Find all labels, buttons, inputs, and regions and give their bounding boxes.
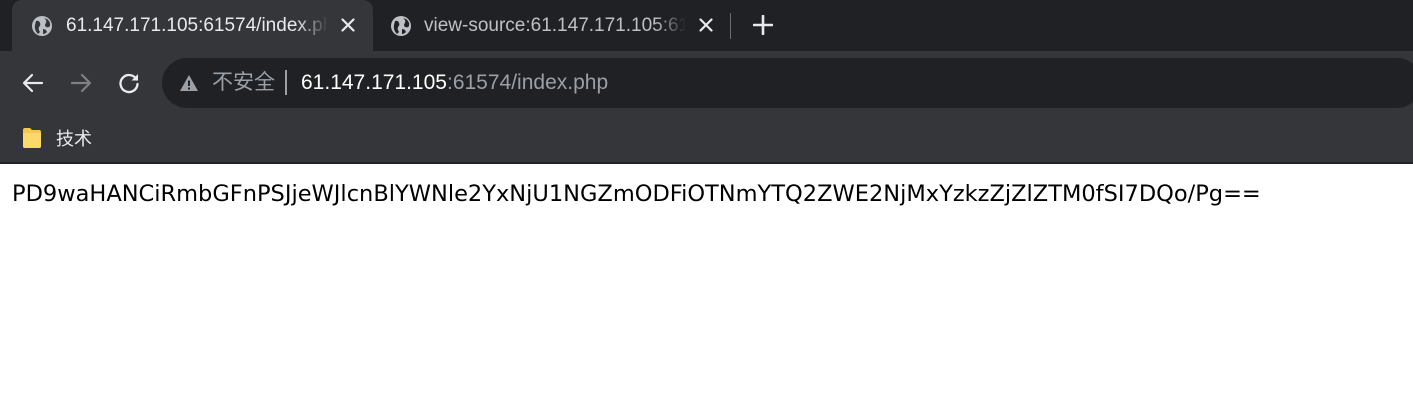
warning-triangle-icon — [180, 75, 198, 91]
tab-strip: 61.147.171.105:61574/index.php view-sour… — [0, 0, 1413, 51]
tab-close-button[interactable] — [695, 14, 717, 36]
reload-icon — [119, 73, 139, 94]
tab-title: 61.147.171.105:61574/index.php — [66, 15, 328, 36]
close-icon — [699, 18, 713, 32]
page-content: PD9waHANCiRmbGFnPSJjeWJlcnBlYWNle2YxNjU1… — [0, 164, 1413, 404]
url-host: 61.147.171.105 — [301, 71, 447, 94]
reload-button[interactable] — [113, 67, 145, 99]
bookmarks-bar: 技术 — [0, 115, 1413, 162]
forward-button[interactable] — [65, 67, 97, 99]
globe-icon — [391, 16, 411, 36]
plus-icon — [753, 15, 773, 35]
new-tab-button[interactable] — [750, 12, 776, 38]
security-status-label[interactable]: 不安全 — [212, 70, 275, 96]
tab-view-source[interactable]: view-source:61.147.171.105:61574/index.p… — [373, 0, 728, 51]
back-button[interactable] — [17, 67, 49, 99]
url-path: :61574/index.php — [446, 71, 609, 94]
tab-index-php[interactable]: 61.147.171.105:61574/index.php — [12, 0, 373, 51]
address-bar[interactable]: 不安全 61.147.171.105:61574/index.php — [162, 58, 1413, 108]
bookmark-label: 技术 — [56, 129, 92, 149]
page-body-text: PD9waHANCiRmbGFnPSJjeWJlcnBlYWNle2YxNjU1… — [12, 181, 1261, 207]
arrow-left-icon — [22, 73, 44, 93]
globe-icon — [32, 16, 52, 36]
tab-separator — [730, 13, 731, 39]
tab-title: view-source:61.147.171.105:61574/index.p… — [424, 15, 686, 36]
arrow-right-icon — [70, 73, 92, 93]
browser-toolbar: 不安全 61.147.171.105:61574/index.php — [0, 51, 1413, 115]
url-text[interactable]: 61.147.171.105:61574/index.php — [301, 70, 608, 96]
close-icon — [341, 18, 355, 32]
address-separator — [285, 70, 287, 95]
folder-icon — [23, 128, 41, 148]
bookmark-folder-tech[interactable]: 技术 — [22, 123, 92, 153]
tab-close-button[interactable] — [337, 14, 359, 36]
